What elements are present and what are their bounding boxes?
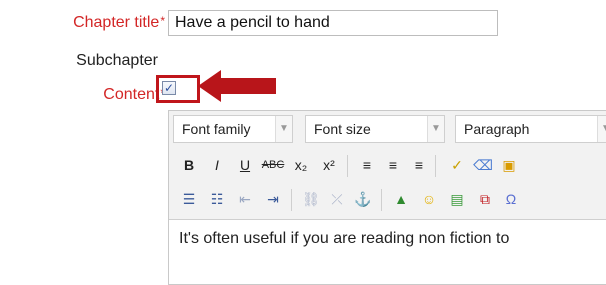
emoticon-icon[interactable]: ☺ (417, 187, 441, 211)
special-char-icon[interactable]: Ω (499, 187, 523, 211)
toolbar-divider (291, 189, 292, 211)
unlink-icon[interactable]: ⤫ (325, 187, 349, 211)
outdent-icon[interactable]: ⇤ (233, 187, 257, 211)
indent-icon[interactable]: ⇥ (261, 187, 285, 211)
align-right-icon[interactable]: ≡ (407, 153, 431, 177)
subchapter-checkbox[interactable]: ✓ (162, 81, 176, 95)
chapter-title-label: Chapter title* (73, 14, 165, 31)
chevron-down-icon: ▼ (275, 116, 292, 142)
align-left-icon[interactable]: ≡ (355, 153, 379, 177)
media-icon[interactable]: ▤ (445, 187, 469, 211)
font-size-select[interactable]: Font size ▼ (305, 115, 445, 143)
paste-icon[interactable]: ▣ (497, 153, 521, 177)
spellcheck-icon[interactable]: ✓ (445, 153, 469, 177)
align-center-icon[interactable]: ≡ (381, 153, 405, 177)
toolbar-divider (381, 189, 382, 211)
chapter-title-input[interactable] (168, 10, 498, 36)
superscript-icon[interactable]: x² (317, 153, 341, 177)
anchor-icon[interactable]: ⚓ (351, 187, 375, 211)
font-family-select[interactable]: Font family ▼ (173, 115, 293, 143)
bold-icon[interactable]: B (177, 153, 201, 177)
file-icon[interactable]: ⧉ (473, 187, 497, 211)
content-label: Content* (20, 86, 165, 104)
eraser-icon[interactable]: ⌫ (471, 153, 495, 177)
link-icon[interactable]: ⛓ (299, 187, 323, 211)
paragraph-select[interactable]: Paragraph▼ (455, 115, 606, 143)
chevron-down-icon: ▼ (597, 116, 606, 142)
toolbar-divider (347, 155, 348, 177)
chevron-down-icon: ▼ (427, 116, 444, 142)
image-icon[interactable]: ▲ (389, 187, 413, 211)
arrow-annotation-icon (198, 70, 276, 102)
subscript-icon[interactable]: x₂ (289, 153, 313, 177)
bullet-list-icon[interactable]: ☰ (177, 187, 201, 211)
numbered-list-icon[interactable]: ☷ (205, 187, 229, 211)
underline-icon[interactable]: U (233, 153, 257, 177)
editor-toolbar-row-1: Font family▼ Font size▼ Paragraph▼ (173, 115, 606, 145)
toolbar-divider (435, 155, 436, 177)
editor-toolbar-row-2: B I U ABC x₂ x² ≡ ≡ ≡ ✓ ⌫ ▣ (173, 151, 606, 181)
strikethrough-icon[interactable]: ABC (261, 153, 285, 177)
italic-icon[interactable]: I (205, 153, 229, 177)
required-mark: * (160, 14, 165, 28)
content-editor[interactable]: Font family▼ Font size▼ Paragraph▼ B I U… (168, 110, 606, 285)
editor-toolbar-row-3: ☰ ☷ ⇤ ⇥ ⛓ ⤫ ⚓ ▲ ☺ ▤ ⧉ Ω (173, 185, 606, 215)
editor-body-text[interactable]: It's often useful if you are reading non… (169, 219, 606, 284)
subchapter-label: Subchapter (76, 52, 158, 69)
